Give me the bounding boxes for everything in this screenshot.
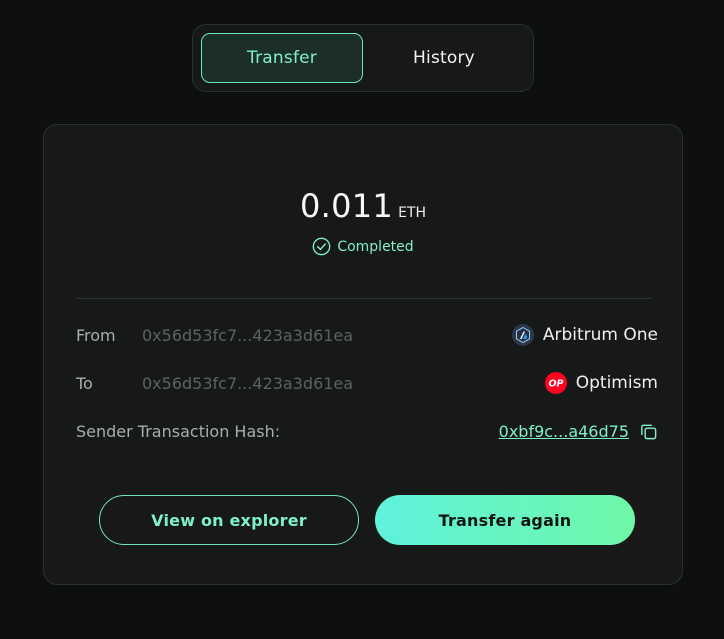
to-row: To 0x56d53fc7...423a3d61ea OP Optimism (76, 371, 658, 395)
from-row: From 0x56d53fc7...423a3d61ea Arbitrum On… (76, 323, 658, 347)
check-circle-icon (312, 237, 331, 256)
from-network-name: Arbitrum One (542, 325, 658, 345)
copy-icon[interactable] (639, 422, 658, 441)
amount-currency: ETH (398, 205, 427, 221)
to-network-name: Optimism (575, 373, 658, 393)
tab-history[interactable]: History (363, 33, 525, 83)
status-text: Completed (337, 238, 414, 255)
tab-transfer[interactable]: Transfer (201, 33, 363, 83)
to-address: 0x56d53fc7...423a3d61ea (142, 373, 354, 393)
from-address: 0x56d53fc7...423a3d61ea (142, 325, 354, 345)
status-badge: Completed (44, 237, 682, 256)
optimism-logo-icon: OP (544, 372, 567, 394)
amount-display: 0.011 ETH (44, 187, 682, 225)
arbitrum-logo-icon (511, 324, 534, 346)
optimism-logo-text: OP (548, 379, 563, 390)
transfer-details-card: 0.011 ETH Completed From 0x56d53fc7...42… (43, 124, 683, 585)
to-label: To (76, 373, 93, 393)
tab-switcher: Transfer History (192, 24, 534, 92)
amount-value: 0.011 (299, 187, 394, 225)
to-network: OP Optimism (544, 372, 658, 394)
view-on-explorer-button[interactable]: View on explorer (99, 495, 359, 545)
from-label: From (76, 325, 116, 345)
transaction-hash-link[interactable]: 0xbf9c...a46d75 (499, 422, 629, 441)
from-network: Arbitrum One (511, 324, 658, 346)
hash-label: Sender Transaction Hash: (76, 421, 281, 441)
hash-row: Sender Transaction Hash: 0xbf9c...a46d75 (76, 419, 658, 443)
divider (76, 298, 652, 299)
transfer-again-button[interactable]: Transfer again (375, 495, 635, 545)
